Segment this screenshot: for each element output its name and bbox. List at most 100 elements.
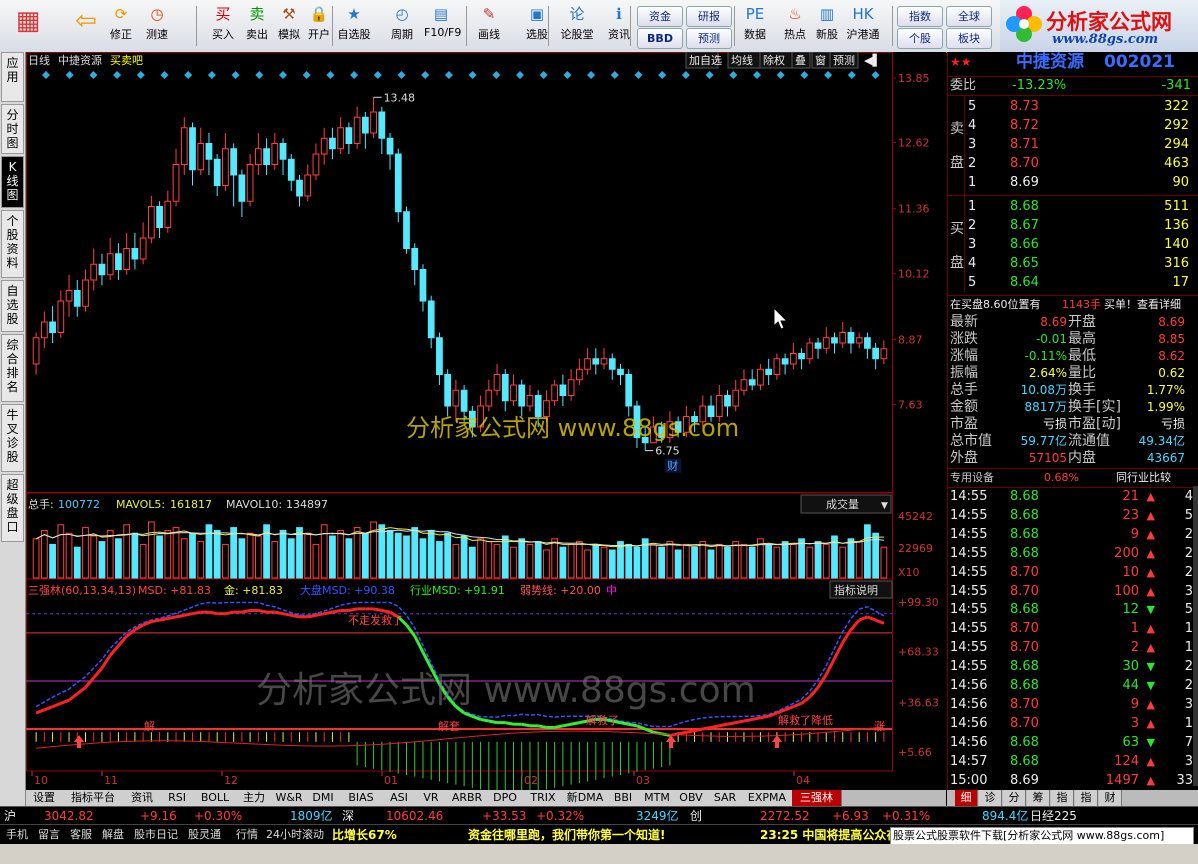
sell-volume: 322 <box>1164 99 1189 114</box>
status-link-2[interactable]: 客服 <box>70 825 92 845</box>
indicator-axis-label: +36.63 <box>898 696 939 709</box>
status-link-1[interactable]: 留言 <box>38 825 60 845</box>
left-tab-7[interactable]: 超级盘口 <box>1 474 24 542</box>
chart-area[interactable]: 日线 中捷资源 买卖吧 加自选 均线 除权叠窗预测 ◀▌ 13.85 12.62 11.36 10.… <box>26 51 946 796</box>
indicator-tab-8[interactable]: BIAS <box>340 790 383 806</box>
toolbar-button-pe[interactable]: PE 数据 <box>738 4 772 48</box>
ticker-news[interactable]: 23:25 中国将提高公众在 <box>760 825 898 845</box>
buy-level-3[interactable]: 3 8.66 140 <box>948 236 1198 254</box>
toolbar-button-fire[interactable]: ♨ 热点 <box>778 4 812 48</box>
price-axis-label: 12.62 <box>898 136 930 149</box>
status-link-3[interactable]: 解盘 <box>102 825 124 845</box>
indicator-tab-0[interactable]: 设置 <box>26 790 63 806</box>
panel-tab-1[interactable]: 诊 <box>979 790 1002 806</box>
indicator-tab-19[interactable]: EXPMA <box>742 790 793 806</box>
ticker-fund[interactable]: 资金往哪里跑，我们带你第一个知道! <box>468 825 665 845</box>
toolbar-button-back-arrow[interactable]: ⇦ <box>66 4 106 48</box>
toolbar-button-clock[interactable]: ◷ 测速 <box>140 4 174 48</box>
panel-tab-4[interactable]: 指 <box>1051 790 1074 806</box>
status-link-0[interactable]: 手机 <box>6 825 28 845</box>
tick-price: 8.68 <box>1010 678 1039 693</box>
sell-level-3[interactable]: 3 8.71 294 <box>948 136 1198 154</box>
big-order-notice[interactable]: 在买盘8.60位置有 1143手 买单！查看详细 <box>948 295 1198 314</box>
left-tab-3[interactable]: 个股资料 <box>1 210 24 278</box>
global-button[interactable]: 全球 <box>946 6 992 27</box>
buy-level-4[interactable]: 4 8.65 316 <box>948 255 1198 273</box>
tick-scrollbar[interactable] <box>1193 486 1198 786</box>
indicator-tab-16[interactable]: MTM <box>640 790 675 806</box>
indicator-tab-18[interactable]: SAR <box>708 790 743 806</box>
indicator-tab-7[interactable]: DMI <box>306 790 341 806</box>
indicator-tab-17[interactable]: OBV <box>674 790 709 806</box>
tick-price: 8.68 <box>1010 734 1039 750</box>
sell-level-2[interactable]: 2 8.70 463 <box>948 155 1198 173</box>
sector-button[interactable]: 板块 <box>946 28 992 49</box>
indicator-tab-6[interactable]: W&R <box>272 790 307 806</box>
left-tab-2[interactable]: K线图 <box>1 156 24 208</box>
left-tab-4[interactable]: 自选股 <box>1 280 24 332</box>
indicator-tab-5[interactable]: 主力 <box>236 790 273 806</box>
stock-button[interactable]: 个股 <box>897 28 943 49</box>
status-link-4[interactable]: 股市日记 <box>134 825 178 845</box>
indicator-tab-2[interactable]: 资讯 <box>124 790 161 806</box>
bbd-button[interactable]: BBD <box>637 28 683 49</box>
msd-line-segment <box>480 717 490 723</box>
toolbar-button-newstock[interactable]: ▥ 新股 <box>810 4 844 48</box>
status-link-5[interactable]: 股灵通 <box>188 825 221 845</box>
tick-volume: 30 <box>1122 659 1139 675</box>
buy-level-5[interactable]: 5 8.64 17 <box>948 274 1198 292</box>
indicator-tab-10[interactable]: VR <box>416 790 447 806</box>
buy-level-2[interactable]: 2 8.67 136 <box>948 217 1198 235</box>
toolbar-button-buy[interactable]: 买买入 <box>206 4 240 48</box>
forecast-button[interactable]: 预测 <box>686 28 732 49</box>
buy-level-1[interactable]: 1 8.68 511 <box>948 198 1198 216</box>
industry-compare-link[interactable]: 同行业比较 <box>1116 469 1171 487</box>
ticker-growth[interactable]: 比增长67% <box>332 825 397 845</box>
indicator-tab-4[interactable]: BOLL <box>194 790 237 806</box>
ad-banner[interactable]: 股票公式股票软件下载[分析家公式网 www.88gs.com] <box>890 827 1194 845</box>
indicator-tab-12[interactable]: DPO <box>488 790 523 806</box>
toolbar-button-lock[interactable]: 🔒 开户 <box>302 4 336 48</box>
toolbar-button-sell[interactable]: 卖卖出 <box>240 4 274 48</box>
toolbar-button-hk[interactable]: HK 沪港通 <box>846 4 880 48</box>
mavol5-label: MAVOL5: <box>116 498 165 511</box>
toolbar-button-f10[interactable]: ▤ F10/F9 <box>424 4 461 48</box>
panel-tab-0[interactable]: 细 <box>955 790 978 806</box>
left-tab-5[interactable]: 综合排名 <box>1 334 24 402</box>
indicator-tab-15[interactable]: BBI <box>606 790 641 806</box>
panel-tab-5[interactable]: 指 <box>1075 790 1098 806</box>
toolbar-button-star[interactable]: ★ 自选股 <box>337 4 371 48</box>
sell-level-5[interactable]: 5 8.73 322 <box>948 98 1198 116</box>
indicator-tab-14[interactable]: 新DMA <box>564 790 607 806</box>
toolbar-button-pencil[interactable]: ✎ 画线 <box>472 4 506 48</box>
volume-bar <box>600 546 608 579</box>
volume-bar <box>296 527 303 579</box>
panel-tab-2[interactable]: 分 <box>1003 790 1026 806</box>
toolbar-button-refresh[interactable]: ⟳ 修正 <box>104 4 138 48</box>
panel-tab-6[interactable]: 财 <box>1099 790 1122 806</box>
panel-tab-3[interactable]: 筹 <box>1027 790 1050 806</box>
indicator-tab-13[interactable]: TRIX <box>522 790 565 806</box>
report-button[interactable]: 研报 <box>686 6 732 27</box>
index-button[interactable]: 指数 <box>897 6 943 27</box>
notice-detail-link[interactable]: 买单！查看详细 <box>1104 296 1181 314</box>
indicator-tab-3[interactable]: RSI <box>160 790 195 806</box>
sell-level-4[interactable]: 4 8.72 292 <box>948 117 1198 135</box>
left-tab-6[interactable]: 牛叉诊股 <box>1 404 24 472</box>
toolbar-button-windows-grid[interactable]: ▦ <box>8 4 48 48</box>
toolbar-button-period[interactable]: ◴ 周期 <box>385 4 419 48</box>
indicator-tab-9[interactable]: ASI <box>382 790 417 806</box>
left-tab-0[interactable]: 应用 <box>1 52 24 102</box>
candle-body <box>444 374 452 407</box>
sell-level-1[interactable]: 1 8.69 90 <box>948 174 1198 192</box>
indicator-tab-11[interactable]: ARBR <box>446 790 489 806</box>
msd-line-segment <box>315 612 325 617</box>
indicator-tab-20[interactable]: 三强林 <box>792 790 842 806</box>
toolbar-button-forum[interactable]: 论论股堂 <box>560 4 594 48</box>
status-link-6[interactable]: 行情 <box>236 825 258 845</box>
toolbar-button-hammer[interactable]: ⚒ 模拟 <box>272 4 306 48</box>
status-link-7[interactable]: 24小时滚动 <box>266 825 324 845</box>
left-tab-1[interactable]: 分时图 <box>1 104 24 154</box>
indicator-tab-1[interactable]: 指标平台 <box>62 790 125 806</box>
fund-button[interactable]: 资金 <box>637 6 683 27</box>
